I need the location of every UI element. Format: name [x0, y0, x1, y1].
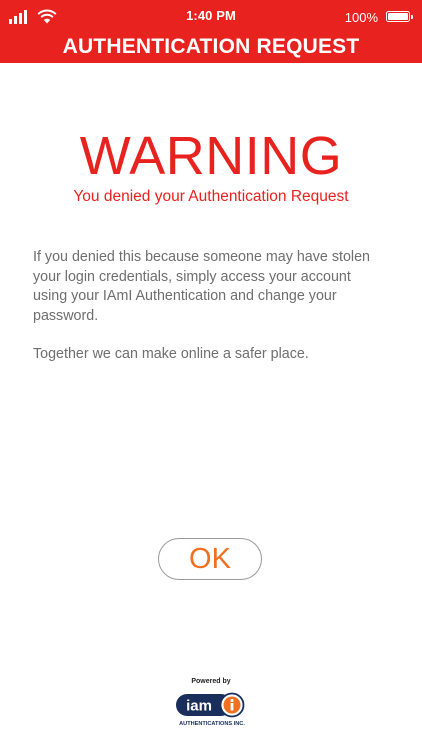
battery-icon: [386, 11, 413, 22]
iam-authentications-logo: iam AUTHENTICATIONS INC.: [176, 692, 245, 727]
logo-text: iam: [186, 698, 212, 715]
status-bar: 1:40 PM 100%: [0, 0, 422, 34]
explanation-paragraph: If you denied this because someone may h…: [33, 249, 370, 324]
ok-button[interactable]: OK: [158, 538, 262, 580]
powered-by-label: Powered by: [191, 678, 231, 685]
explanation-text: If you denied this because someone may h…: [33, 248, 383, 384]
app-header: 1:40 PM 100% AUTHENTICATION REQUEST: [0, 0, 422, 63]
page-title: AUTHENTICATION REQUEST: [62, 35, 360, 58]
warning-heading: WARNING: [79, 126, 343, 186]
closing-paragraph: Together we can make online a safer plac…: [33, 346, 309, 362]
logo-tagline: AUTHENTICATIONS INC.: [179, 721, 245, 727]
denied-message: You denied your Authentication Request: [73, 188, 349, 205]
battery-percentage: 100%: [344, 10, 378, 25]
